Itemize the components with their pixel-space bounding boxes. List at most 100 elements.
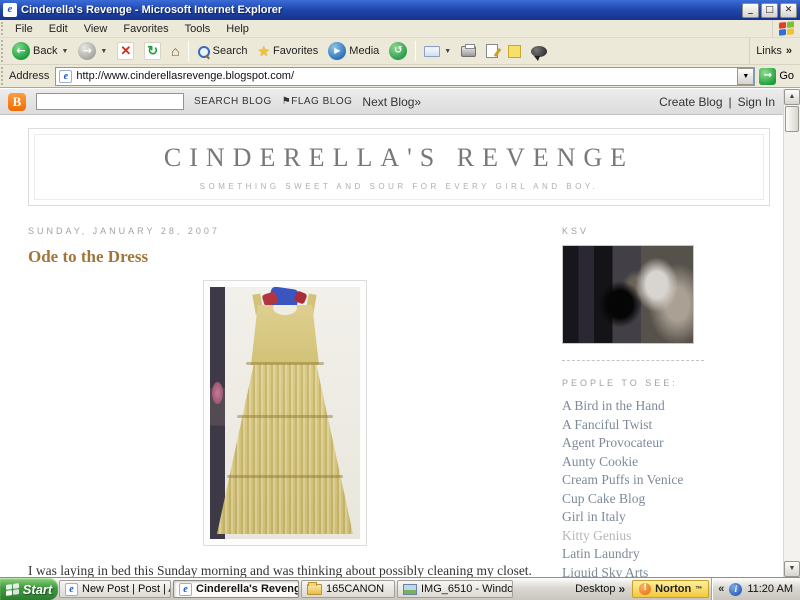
clock: 11:20 AM — [747, 583, 793, 595]
blog-title[interactable]: CINDERELLA'S REVENGE — [164, 143, 634, 173]
scrollbar-thumb[interactable] — [785, 106, 799, 132]
back-dropdown-icon[interactable]: ▼ — [61, 48, 68, 55]
menu-edit[interactable]: Edit — [41, 22, 76, 36]
folder-icon — [307, 584, 322, 595]
menu-favorites[interactable]: Favorites — [115, 22, 176, 36]
blogroll-link[interactable]: Agent Provocateur — [562, 434, 714, 453]
people-to-see-title: PEOPLE TO SEE: — [562, 378, 714, 388]
go-button[interactable]: → Go — [755, 66, 798, 87]
search-label: Search — [213, 45, 248, 57]
edit-button[interactable] — [481, 40, 503, 63]
blogroll-link[interactable]: A Bird in the Hand — [562, 397, 714, 416]
trademark-symbol: ™ — [695, 586, 702, 593]
search-blog-button[interactable]: SEARCH BLOG — [194, 96, 272, 107]
post-title[interactable]: Ode to the Dress — [28, 247, 542, 267]
desktop-chevron-icon[interactable]: » — [618, 582, 625, 596]
post-column: SUNDAY, JANUARY 28, 2007 Ode to the Dres… — [28, 226, 542, 577]
menu-file[interactable]: File — [7, 22, 41, 36]
address-dropdown-icon[interactable]: ▼ — [737, 68, 754, 85]
media-button[interactable]: ▶ Media — [323, 40, 384, 63]
blogroll: A Bird in the Hand A Fanciful Twist Agen… — [562, 397, 714, 577]
scroll-up-button[interactable]: ▲ — [784, 89, 800, 105]
mail-dropdown-icon[interactable]: ▼ — [444, 48, 451, 55]
menu-help[interactable]: Help — [218, 22, 257, 36]
blogroll-link[interactable]: Aunty Cookie — [562, 453, 714, 472]
norton-icon: ! — [639, 583, 651, 595]
scrollbar-track[interactable] — [784, 133, 800, 561]
blogger-logo-icon[interactable]: B — [8, 93, 26, 111]
favorites-button[interactable]: ★ Favorites — [252, 40, 323, 63]
task-label: Cinderella's Revenge ... — [196, 583, 299, 595]
history-icon: ↺ — [389, 42, 407, 60]
toolbar-separator — [188, 41, 189, 61]
taskbar-task-165canon[interactable]: 165CANON — [301, 580, 395, 598]
ie-icon: e — [65, 583, 78, 596]
address-input[interactable]: e http://www.cinderellasrevenge.blogspot… — [55, 67, 755, 86]
maximize-button[interactable]: □ — [761, 3, 778, 18]
media-label: Media — [349, 45, 379, 57]
blogroll-link[interactable]: Liquid Sky Arts — [562, 564, 714, 578]
links-toolbar[interactable]: Links » — [749, 38, 798, 64]
norton-button[interactable]: ! Norton™ — [632, 580, 709, 598]
menu-view[interactable]: View — [76, 22, 116, 36]
taskbar-task-img6510[interactable]: IMG_6510 - Windows Pic... — [397, 580, 513, 598]
blogroll-link[interactable]: Cup Cake Blog — [562, 490, 714, 509]
search-icon — [197, 45, 210, 58]
start-label: Start — [23, 583, 53, 596]
blogroll-link[interactable]: Latin Laundry — [562, 545, 714, 564]
taskbar: Start e New Post | Post | A Fanc... e Ci… — [0, 577, 800, 600]
blogroll-link[interactable]: A Fanciful Twist — [562, 416, 714, 435]
menu-tools[interactable]: Tools — [177, 22, 219, 36]
taskbar-task-cinderellas-revenge[interactable]: e Cinderella's Revenge ... — [173, 580, 299, 598]
post-image[interactable] — [203, 280, 367, 546]
vertical-scrollbar[interactable]: ▲ ▼ — [783, 89, 800, 577]
print-button[interactable] — [456, 40, 481, 63]
desktop-label: Desktop — [575, 583, 615, 595]
toolbar-grip[interactable] — [1, 22, 6, 35]
close-button[interactable]: ✕ — [780, 3, 797, 18]
ie-window: e Cinderella's Revenge - Microsoft Inter… — [0, 0, 800, 600]
toolbar-grip[interactable] — [1, 40, 6, 62]
flag-icon: ⚑ — [282, 96, 291, 107]
back-button[interactable]: ← Back ▼ — [7, 40, 73, 63]
blogroll-link[interactable]: Girl in Italy — [562, 508, 714, 527]
title-bar[interactable]: e Cinderella's Revenge - Microsoft Inter… — [0, 0, 800, 20]
notes-icon — [508, 45, 521, 58]
mail-button[interactable]: ▼ — [419, 40, 456, 63]
stop-button[interactable]: ✕ — [112, 40, 139, 63]
scroll-down-button[interactable]: ▼ — [784, 561, 800, 577]
system-tray: « i 11:20 AM — [711, 578, 800, 600]
messenger-button[interactable] — [526, 40, 552, 63]
next-blog-link[interactable]: Next Blog» — [362, 95, 421, 109]
taskbar-task-newpost[interactable]: e New Post | Post | A Fanc... — [59, 580, 171, 598]
flag-blog-button[interactable]: ⚑FLAG BLOG — [282, 96, 353, 107]
minimize-button[interactable]: _ — [742, 3, 759, 18]
links-chevron-icon[interactable]: » — [786, 45, 792, 57]
photo-background-detail — [212, 382, 223, 404]
home-button[interactable]: ⌂ — [166, 40, 184, 63]
refresh-button[interactable]: ↻ — [139, 40, 166, 63]
go-label: Go — [779, 70, 794, 82]
notes-button[interactable] — [503, 40, 526, 63]
tray-info-icon[interactable]: i — [729, 583, 742, 596]
blogroll-link[interactable]: Cream Puffs in Venice — [562, 471, 714, 490]
navbar-divider: | — [729, 95, 732, 109]
stop-icon: ✕ — [117, 42, 134, 60]
blog-search-input[interactable] — [36, 93, 184, 110]
sign-in-link[interactable]: Sign In — [738, 95, 775, 109]
toolbar-grip[interactable] — [1, 67, 6, 85]
sidebar: KSV PEOPLE TO SEE: A Bird in the Hand A … — [562, 226, 714, 577]
history-button[interactable]: ↺ — [384, 40, 412, 63]
address-url[interactable]: http://www.cinderellasrevenge.blogspot.c… — [76, 70, 737, 82]
forward-button[interactable]: → ▼ — [73, 40, 112, 63]
profile-photo[interactable] — [562, 245, 694, 344]
start-button[interactable]: Start — [0, 578, 58, 600]
tray-expand-icon[interactable]: « — [718, 583, 724, 595]
blogroll-link[interactable]: Kitty Genius — [562, 527, 714, 546]
window-title: Cinderella's Revenge - Microsoft Interne… — [21, 4, 740, 16]
dress-tier-seam — [227, 475, 343, 478]
desktop-toolbar[interactable]: Desktop » — [570, 578, 630, 600]
create-blog-link[interactable]: Create Blog — [659, 95, 722, 109]
search-button[interactable]: Search — [192, 40, 253, 63]
forward-dropdown-icon[interactable]: ▼ — [100, 48, 107, 55]
